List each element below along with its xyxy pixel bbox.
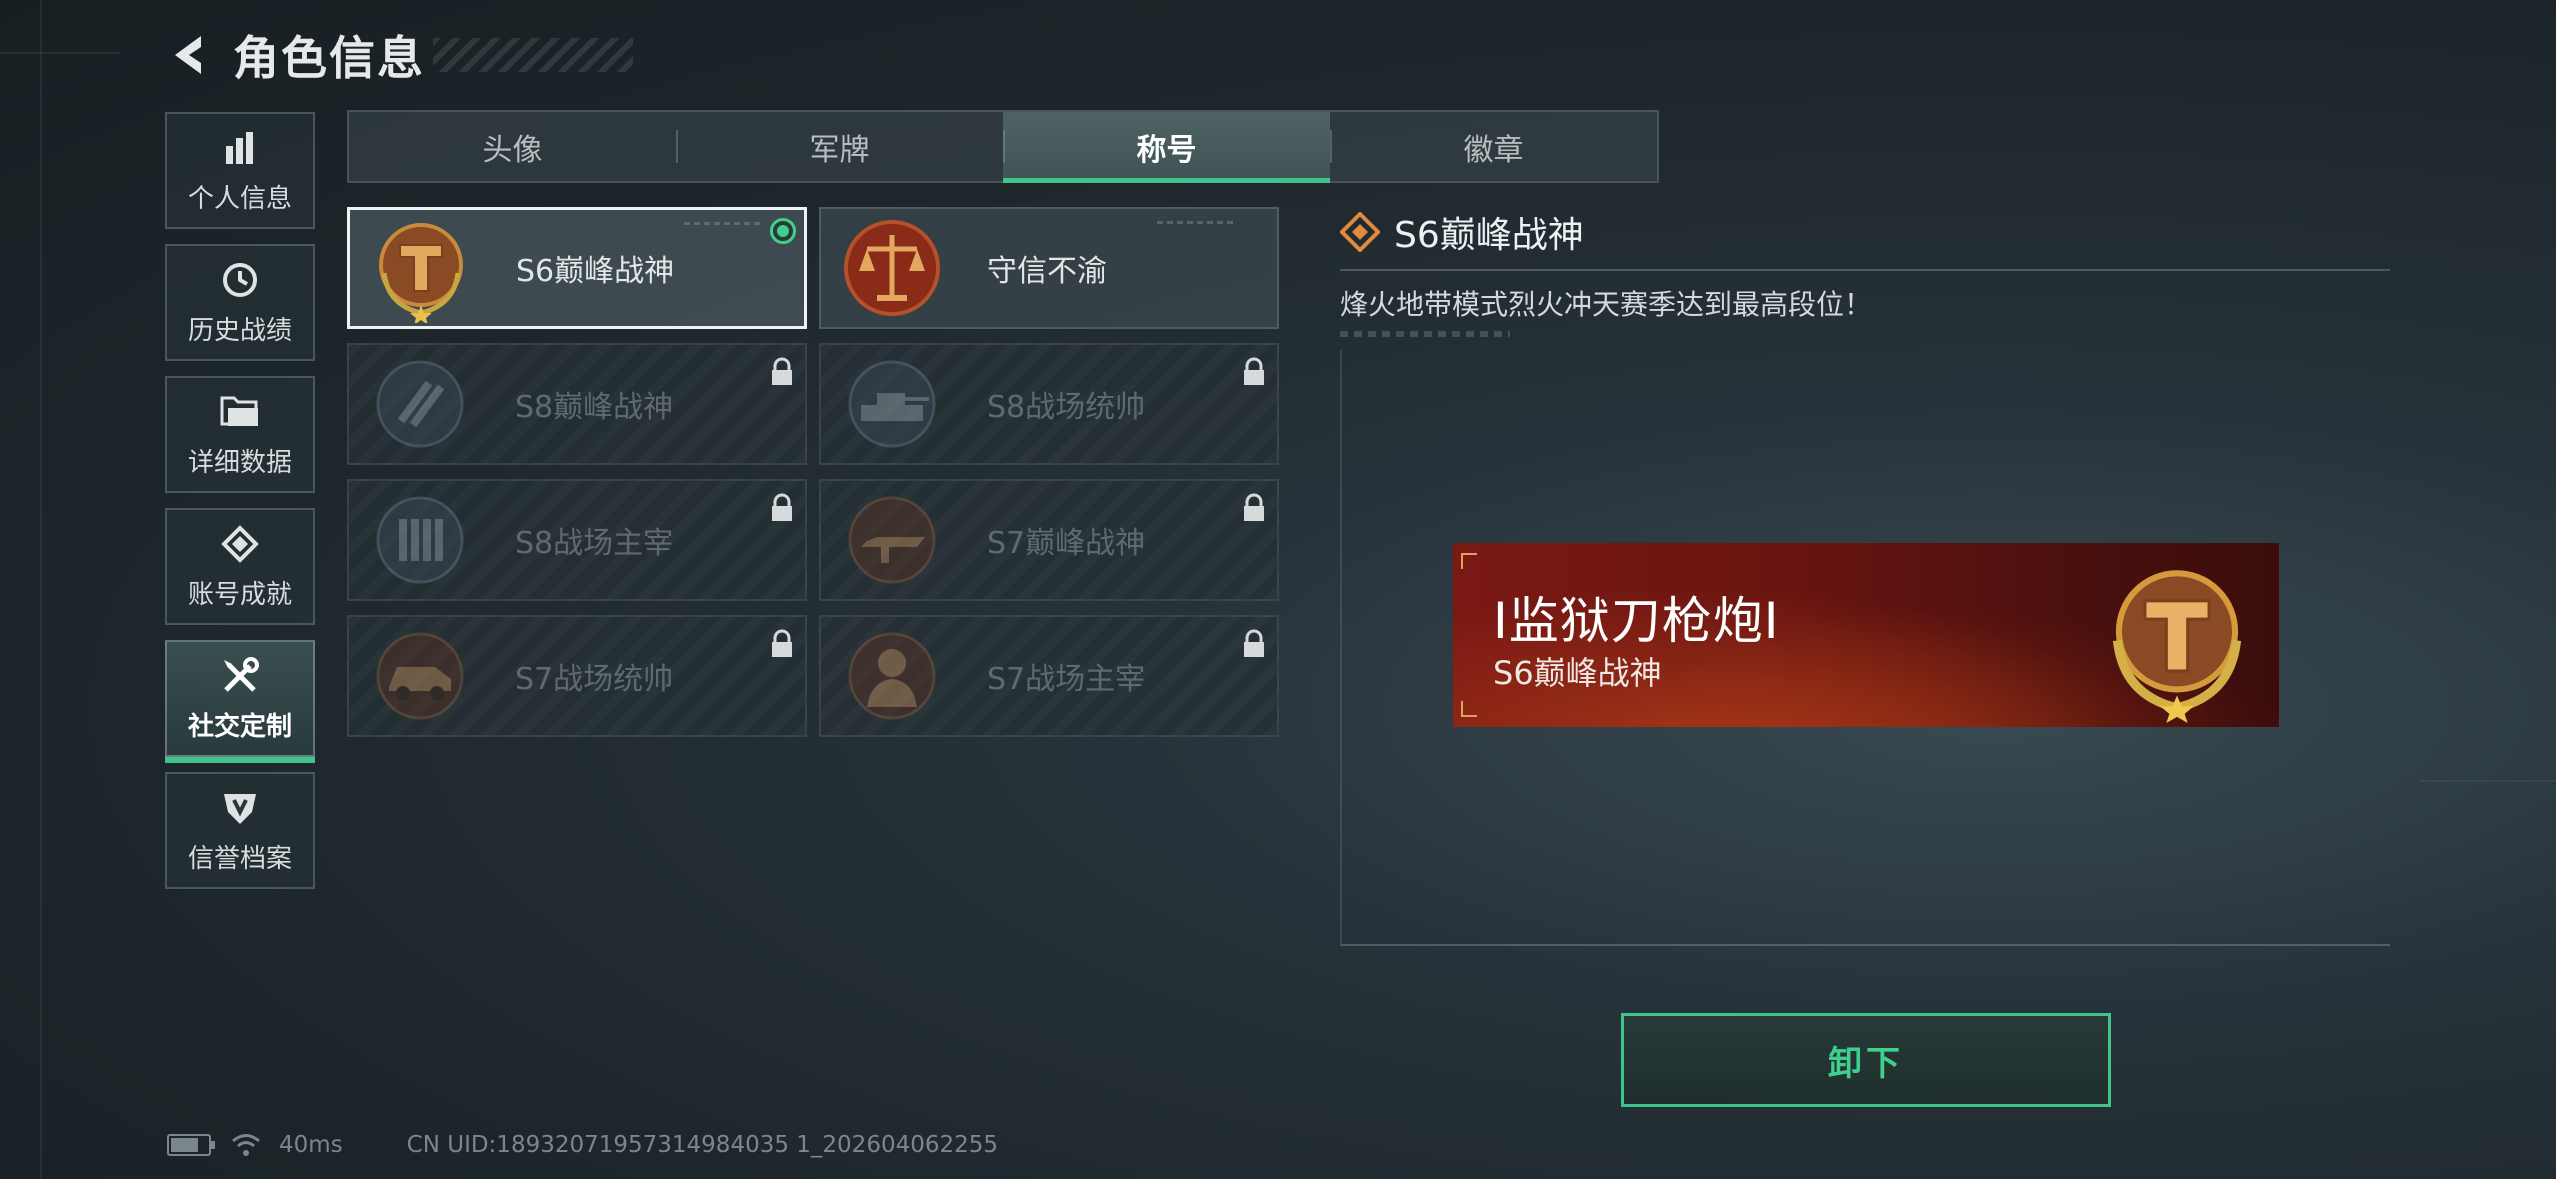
title-decoration xyxy=(433,38,633,72)
sidebar-item-personal-info[interactable]: 个人信息 xyxy=(165,112,315,229)
lock-icon xyxy=(772,357,792,385)
tab-title[interactable]: 称号 xyxy=(1003,112,1330,183)
sidebar-item-label: 社交定制 xyxy=(187,712,292,742)
detail-subline-decoration xyxy=(1340,331,1510,337)
sidebar-item-label: 信誉档案 xyxy=(187,844,292,874)
wifi-icon xyxy=(232,1134,260,1156)
history-clock-icon xyxy=(218,258,262,302)
title-card-label: S8战场主宰 xyxy=(515,526,674,561)
diamond-title-icon xyxy=(1340,212,1380,252)
title-card-label: S6巅峰战神 xyxy=(516,254,675,289)
sidebar-item-label: 历史战绩 xyxy=(187,316,292,346)
nameplate-title: S6巅峰战神 xyxy=(1493,654,1662,692)
detail-header: S6巅峰战神 xyxy=(1340,205,2390,259)
decor-line xyxy=(2420,780,2556,782)
sidebar-item-history[interactable]: 历史战绩 xyxy=(165,244,315,361)
tab-dog-tag[interactable]: 军牌 xyxy=(676,112,1003,181)
lock-icon xyxy=(772,629,792,657)
title-card[interactable]: S8巅峰战神 xyxy=(347,343,807,465)
status-bar: 40ms CN UID:18932071957314984035 1_20260… xyxy=(167,1128,998,1162)
lock-icon xyxy=(772,493,792,521)
lock-icon xyxy=(1244,493,1264,521)
card-decoration xyxy=(684,222,764,225)
slash-laurel-emblem-icon xyxy=(365,349,475,459)
nameplate-player-name: I监狱刀枪炮I xyxy=(1493,592,1780,650)
sidebar-item-detailed-data[interactable]: 详细数据 xyxy=(165,376,315,493)
soldier-emblem-icon xyxy=(837,621,947,731)
gold-t-laurel-emblem-icon xyxy=(2112,570,2242,723)
decor-line xyxy=(0,52,120,54)
sidebar-item-social-custom[interactable]: 社交定制 xyxy=(165,640,315,763)
title-card-label: S8战场统帅 xyxy=(987,390,1146,425)
title-card[interactable]: S6巅峰战神 xyxy=(347,207,807,329)
divider xyxy=(1340,269,2390,271)
achievement-icon xyxy=(218,522,262,566)
title-card[interactable]: S8战场统帅 xyxy=(819,343,1279,465)
sidebar-item-label: 个人信息 xyxy=(187,184,292,214)
credit-shield-icon xyxy=(218,786,262,830)
tab-badge[interactable]: 徽章 xyxy=(1330,112,1657,181)
title-card[interactable]: S8战场主宰 xyxy=(347,479,807,601)
sidebar-item-label: 详细数据 xyxy=(187,448,292,478)
sidebar-item-achievements[interactable]: 账号成就 xyxy=(165,508,315,625)
title-card-label: S7战场统帅 xyxy=(515,662,674,697)
title-card[interactable]: S7战场主宰 xyxy=(819,615,1279,737)
lock-icon xyxy=(1244,357,1264,385)
title-grid: S6巅峰战神 守信不渝 S8巅峰战神 S8战场统帅 S8战场主宰 S7巅峰战神 … xyxy=(347,207,1279,737)
tab-avatar[interactable]: 头像 xyxy=(349,112,676,181)
ammo-emblem-icon xyxy=(365,485,475,595)
title-card-label: S7战场主宰 xyxy=(987,662,1146,697)
battery-icon xyxy=(167,1134,215,1156)
title-card[interactable]: 守信不渝 xyxy=(819,207,1279,329)
tools-icon xyxy=(218,654,262,698)
sidebar: 个人信息 历史战绩 详细数据 账号成就 社交定制 信誉档案 xyxy=(165,112,315,904)
title-card-label: S8巅峰战神 xyxy=(515,390,674,425)
folder-icon xyxy=(218,390,262,434)
back-arrow-icon[interactable] xyxy=(165,32,211,78)
uid-text: CN UID:18932071957314984035 1_2026040622… xyxy=(406,1132,999,1158)
page: 角色信息 个人信息 历史战绩 详细数据 账号成就 社交定制 信誉档案 头像 军牌… xyxy=(0,0,2556,1179)
unequip-button-label: 卸下 xyxy=(1828,1043,1904,1084)
card-decoration xyxy=(1157,221,1237,224)
ping-value: 40ms xyxy=(279,1132,343,1158)
category-tabs: 头像 军牌 称号 徽章 xyxy=(347,110,1659,183)
bar-chart-icon xyxy=(218,126,262,170)
page-title: 角色信息 xyxy=(233,31,425,85)
sidebar-item-label: 账号成就 xyxy=(187,580,292,610)
corner-decoration xyxy=(1461,701,1477,717)
gold-t-laurel-emblem-icon xyxy=(366,213,476,323)
decor-line xyxy=(40,0,42,1179)
unequip-button[interactable]: 卸下 xyxy=(1621,1013,2111,1107)
nameplate-preview: I监狱刀枪炮I S6巅峰战神 xyxy=(1453,543,2279,727)
title-card-label: 守信不渝 xyxy=(987,254,1107,289)
page-header: 角色信息 xyxy=(165,20,633,90)
battery-level xyxy=(171,1138,198,1152)
title-detail-panel: S6巅峰战神 烽火地带模式烈火冲天赛季达到最高段位！ xyxy=(1340,205,2390,337)
equipped-indicator-icon xyxy=(770,218,796,244)
title-card[interactable]: S7巅峰战神 xyxy=(819,479,1279,601)
corner-decoration xyxy=(1461,553,1477,569)
weapon-emblem-icon xyxy=(837,485,947,595)
detail-description: 烽火地带模式烈火冲天赛季达到最高段位！ xyxy=(1340,288,1873,321)
tank-emblem-icon xyxy=(837,349,947,459)
scales-emblem-icon xyxy=(837,213,947,323)
vehicle-emblem-icon xyxy=(365,621,475,731)
sidebar-item-credit-file[interactable]: 信誉档案 xyxy=(165,772,315,889)
detail-title: S6巅峰战神 xyxy=(1394,215,1584,256)
title-card-label: S7巅峰战神 xyxy=(987,526,1146,561)
lock-icon xyxy=(1244,629,1264,657)
title-card[interactable]: S7战场统帅 xyxy=(347,615,807,737)
